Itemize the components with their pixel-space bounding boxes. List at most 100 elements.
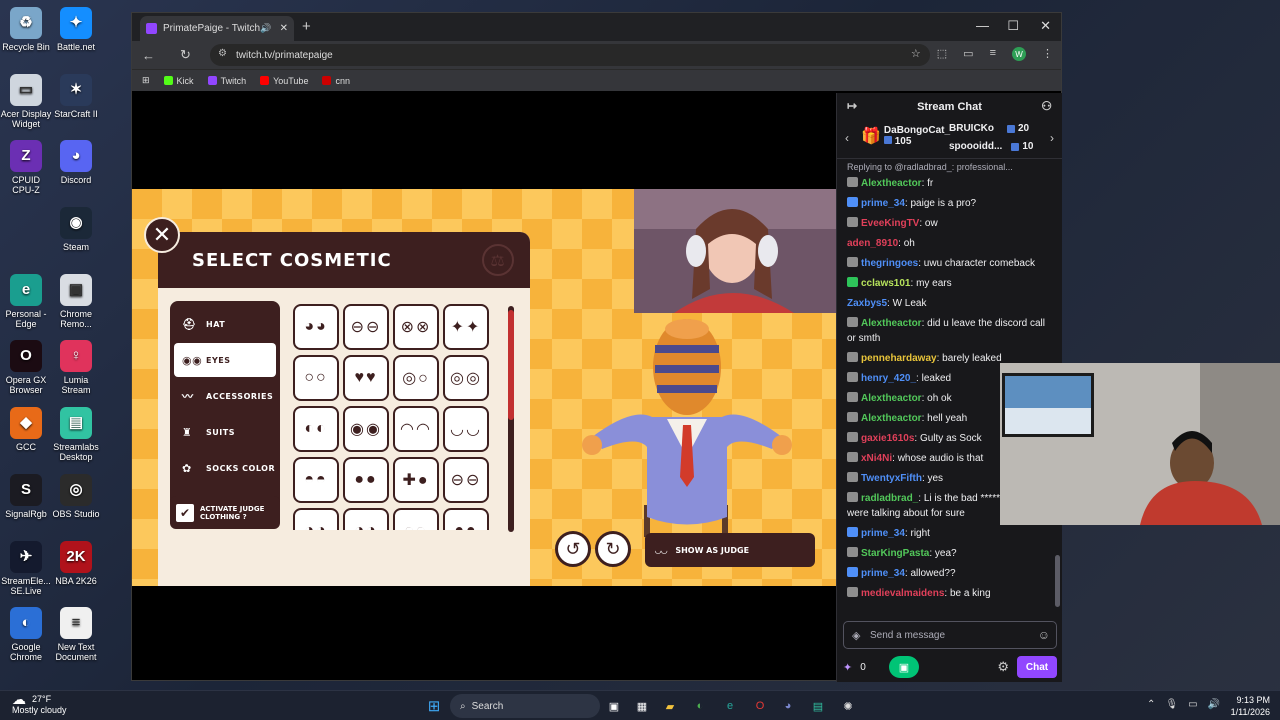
discord-taskbar-icon[interactable]: ◕ (778, 696, 798, 716)
edge-taskbar-icon[interactable]: e (720, 696, 740, 716)
category-suits[interactable]: ♜ SUITS (174, 415, 276, 449)
badge-icon[interactable] (847, 586, 858, 597)
badge-icon[interactable] (847, 371, 858, 382)
badge-icon[interactable] (847, 276, 858, 287)
volume-icon[interactable]: 🔊 (1208, 699, 1220, 710)
clock[interactable]: 9:13 PM 1/11/2026 (1231, 694, 1270, 718)
speaker-icon[interactable]: 🔊 (260, 23, 271, 34)
eye-option[interactable]: ♥♥ (343, 355, 389, 401)
minimize-button[interactable]: — (976, 18, 989, 33)
chat-username[interactable]: EveeKingTV (861, 218, 919, 229)
judge-toggle[interactable]: ✔ ACTIVATE JUDGE CLOTHING ? (170, 496, 280, 529)
chat-username[interactable]: prime_34 (861, 568, 905, 579)
community-icon[interactable]: ⚇ (1041, 99, 1052, 113)
app-taskbar-icon[interactable]: ✺ (838, 696, 858, 716)
chevron-right-icon[interactable]: › (1050, 131, 1054, 145)
category-accessories[interactable]: 〰 ACCESSORIES (174, 379, 276, 413)
new-tab-button[interactable]: + (302, 18, 311, 35)
bookmark-twitch[interactable]: Twitch (207, 75, 246, 86)
desktop-icon-opera-gx[interactable]: O Opera GX Browser (0, 340, 52, 395)
chat-username[interactable]: Alextheactor (861, 178, 922, 189)
back-icon[interactable]: ← (142, 48, 156, 63)
badge-icon[interactable] (847, 431, 858, 442)
rotate-left-icon[interactable]: ↺ (555, 531, 591, 567)
chat-username[interactable]: henry_420_ (861, 373, 916, 384)
chat-username[interactable]: Alextheactor (861, 413, 922, 424)
badge-icon[interactable] (847, 316, 858, 327)
gift-button[interactable]: ▣ (889, 656, 919, 678)
close-tab-icon[interactable]: ✕ (280, 23, 288, 34)
chat-username[interactable]: Alextheactor (861, 318, 922, 329)
file-explorer-icon[interactable]: ▰ (660, 696, 680, 716)
chat-username[interactable]: cclaws101 (861, 278, 911, 289)
chevron-left-icon[interactable]: ‹ (845, 131, 849, 145)
task-view-icon[interactable]: ▣ (604, 696, 624, 716)
eye-option[interactable]: ◒◒ (393, 508, 439, 530)
options-scrollbar[interactable] (508, 306, 514, 532)
eye-option[interactable]: ✚● (393, 457, 439, 503)
taskbar-search[interactable]: ⌕ Search (450, 694, 600, 718)
emote-icon[interactable]: ☺ (1038, 628, 1050, 642)
start-icon[interactable]: ⊞ (424, 696, 444, 716)
desktop-icon-obs[interactable]: ◎ OBS Studio (50, 474, 102, 519)
badge-icon[interactable] (847, 176, 858, 187)
collapse-chat-icon[interactable]: ↦ (847, 99, 857, 113)
desktop-icon-chrome-remote[interactable]: ▣ Chrome Remo... (50, 274, 102, 329)
badge-icon[interactable] (847, 451, 858, 462)
badge-icon[interactable] (847, 566, 858, 577)
eye-option[interactable]: ⊖⊖ (343, 304, 389, 350)
chat-username[interactable]: prime_34 (861, 198, 905, 209)
weather-widget[interactable]: ☁ 27°F Mostly cloudy (12, 692, 67, 716)
desktop-icon-edge[interactable]: e Personal - Edge (0, 274, 52, 329)
close-icon[interactable]: ✕ (144, 217, 180, 253)
chat-username[interactable]: Alextheactor (861, 393, 922, 404)
eye-option[interactable]: ⊖⊖ (443, 457, 489, 503)
chrome-taskbar-icon[interactable]: ◐ (690, 696, 710, 716)
desktop-icon-starcraft[interactable]: ✶ StarCraft II (50, 74, 102, 119)
mic-icon[interactable]: 🎙 (1165, 699, 1178, 710)
eye-option[interactable]: ◑◑ (343, 508, 389, 530)
rotate-right-icon[interactable]: ↻ (595, 531, 631, 567)
eye-option[interactable]: ◕◕ (293, 304, 339, 350)
chat-message[interactable]: EveeKingTV: ow (847, 213, 1055, 233)
chat-message[interactable]: aden_8910: oh (847, 233, 1055, 253)
category-eyes[interactable]: ◉◉ EYES (174, 343, 276, 377)
desktop-icon-text-document[interactable]: ≡ New Text Document (50, 607, 102, 662)
category-hat[interactable]: ⛑ HAT (174, 307, 276, 341)
eye-option[interactable]: ⊗⊗ (393, 304, 439, 350)
badge-icon[interactable] (847, 411, 858, 422)
eye-option[interactable]: ◎○ (393, 355, 439, 401)
eye-option[interactable]: ✦✦ (443, 304, 489, 350)
badge-icon[interactable] (847, 216, 858, 227)
site-info-icon[interactable]: ⚙ (218, 48, 227, 59)
eye-option[interactable]: ◔◔ (293, 508, 339, 530)
desktop-icon-gcc[interactable]: ◆ GCC (0, 407, 52, 452)
menu-icon[interactable]: ⋮ (1042, 47, 1053, 61)
chat-message[interactable]: prime_34: right (847, 523, 1055, 543)
chat-message[interactable]: Zaxbys5: W Leak (847, 293, 1055, 313)
close-window-button[interactable]: ✕ (1040, 18, 1051, 34)
scrollbar-thumb[interactable] (508, 310, 514, 420)
tray-chevron-icon[interactable]: ⌃ (1147, 699, 1155, 710)
apps-icon[interactable]: ⊞ (142, 75, 150, 86)
eye-option[interactable]: ○○ (293, 355, 339, 401)
category-socks-color[interactable]: ✿ SOCKS COLOR (174, 451, 276, 485)
chat-message[interactable]: Alextheactor: fr (847, 173, 1055, 193)
chat-message[interactable]: prime_34: paige is a pro? (847, 193, 1055, 213)
desktop-icon-recycle-bin[interactable]: ♻ Recycle Bin (0, 7, 52, 52)
bookmark-star-icon[interactable]: ☆ (911, 47, 921, 61)
desktop-icon-streamelements[interactable]: ✈ StreamEle... SE.Live (0, 541, 52, 596)
desktop-icon-discord[interactable]: ◕ Discord (50, 140, 102, 185)
chat-username[interactable]: TwentyxFifth (861, 473, 922, 484)
desktop-icon-battlenet[interactable]: ✦ Battle.net (50, 7, 102, 52)
desktop-icon-lumia[interactable]: ♀ Lumia Stream (50, 340, 102, 395)
chat-username[interactable]: aden_8910 (847, 238, 898, 249)
chat-username[interactable]: StarKingPasta (861, 548, 929, 559)
chat-username[interactable]: prime_34 (861, 528, 905, 539)
streamlabs-taskbar-icon[interactable]: ▤ (808, 696, 828, 716)
badge-icon[interactable] (847, 491, 858, 502)
monitor-icon[interactable]: ▭ (1188, 699, 1197, 710)
chat-message[interactable]: StarKingPasta: yea? (847, 543, 1055, 563)
chat-scrollbar-thumb[interactable] (1055, 555, 1060, 607)
desktop-icon-nba2k[interactable]: 2K NBA 2K26 (50, 541, 102, 586)
